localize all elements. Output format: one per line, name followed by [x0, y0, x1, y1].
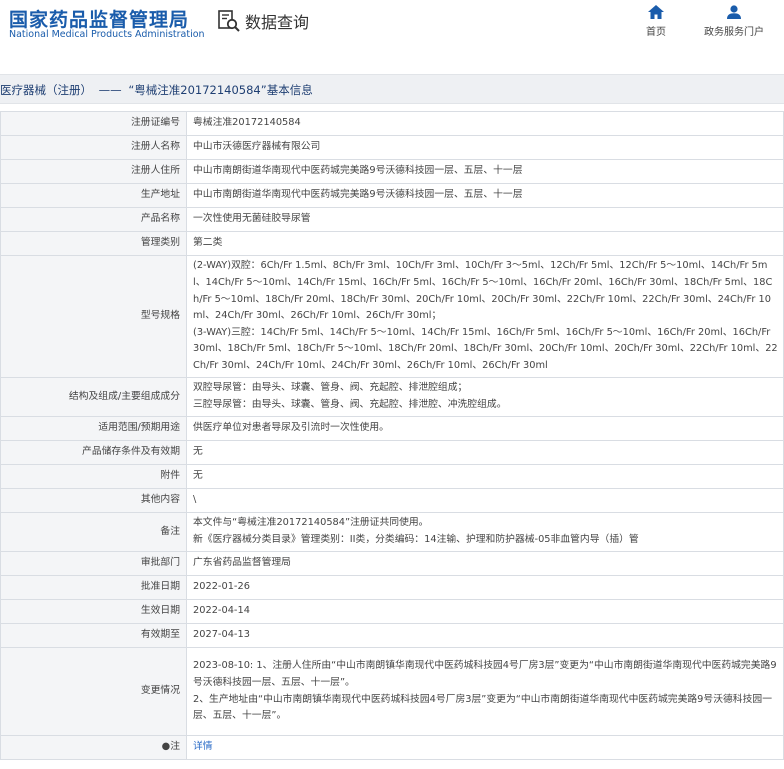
table-row: 有效期至 2027-04-13	[0, 623, 784, 648]
field-value-line: (2-WAY)双腔：6Ch/Fr 1.5ml、8Ch/Fr 3ml、10Ch/F…	[193, 260, 773, 322]
site-header: 国家药品监督管理局 National Medical Products Admi…	[0, 0, 784, 74]
field-label: 产品储存条件及有效期	[0, 440, 187, 465]
nav-home[interactable]: 首页	[646, 5, 666, 38]
table-row: 产品名称 一次性使用无菌硅胶导尿管	[0, 207, 784, 232]
field-value: 广东省药品监督管理局	[186, 551, 784, 576]
home-icon	[648, 5, 664, 19]
field-value: 本文件与“粤械注准20172140584”注册证共同使用。 新《医疗器械分类目录…	[186, 512, 784, 552]
field-value: 详情	[186, 735, 784, 760]
field-value: \	[186, 488, 784, 513]
table-row: 注册人名称 中山市沃德医疗器械有限公司	[0, 135, 784, 160]
table-row: ●注 详情	[0, 735, 784, 760]
field-value-line: 双腔导尿管：由导头、球囊、管身、阀、充起腔、排泄腔组成；	[193, 382, 468, 394]
field-value: 2023-08-10: 1、注册人住所由“中山市南朗镇华南现代中医药城科技园4号…	[186, 647, 784, 736]
breadcrumb: 医疗器械（注册） —— “粤械注准20172140584”基本信息	[0, 82, 313, 98]
field-label: 备注	[0, 512, 187, 552]
table-row: 备注 本文件与“粤械注准20172140584”注册证共同使用。 新《医疗器械分…	[0, 512, 784, 552]
table-row: 批准日期 2022-01-26	[0, 575, 784, 600]
table-row: 注册证编号 粤械注准20172140584	[0, 111, 784, 136]
field-value: 一次性使用无菌硅胶导尿管	[186, 207, 784, 232]
table-row: 变更情况 2023-08-10: 1、注册人住所由“中山市南朗镇华南现代中医药城…	[0, 647, 784, 736]
site-logo-subtitle: National Medical Products Administration	[9, 29, 205, 40]
field-label: 结构及组成/主要组成成分	[0, 377, 187, 417]
data-search-icon	[218, 10, 240, 32]
field-label: 批准日期	[0, 575, 187, 600]
table-row: 型号规格 (2-WAY)双腔：6Ch/Fr 1.5ml、8Ch/Fr 3ml、1…	[0, 255, 784, 378]
field-value: 供医疗单位对患者导尿及引流时一次性使用。	[186, 416, 784, 441]
table-row: 其他内容 \	[0, 488, 784, 513]
field-label: 生产地址	[0, 183, 187, 208]
table-row: 适用范围/预期用途 供医疗单位对患者导尿及引流时一次性使用。	[0, 416, 784, 441]
table-row: 附件无	[0, 464, 784, 489]
field-label: 注册人名称	[0, 135, 187, 160]
field-value: 双腔导尿管：由导头、球囊、管身、阀、充起腔、排泄腔组成； 三腔导尿管：由导头、球…	[186, 377, 784, 417]
breadcrumb-title: “粤械注准20172140584”基本信息	[128, 83, 313, 97]
field-value: 2022-04-14	[186, 599, 784, 624]
field-value: 中山市南朗街道华南现代中医药城完美路9号沃德科技园一层、五层、十一层	[186, 183, 784, 208]
breadcrumb-separator: ——	[98, 83, 122, 97]
data-query-link[interactable]: 数据查询	[217, 9, 309, 33]
field-label: 管理类别	[0, 231, 187, 256]
field-label: 适用范围/预期用途	[0, 416, 187, 441]
field-value: 粤械注准20172140584	[186, 111, 784, 136]
field-label: 注册证编号	[0, 111, 187, 136]
nav-service-portal[interactable]: 政务服务门户	[704, 5, 764, 38]
breadcrumb-section[interactable]: 医疗器械（注册）	[0, 83, 92, 97]
table-row: 生效日期 2022-04-14	[0, 599, 784, 624]
field-label: ●注	[0, 735, 187, 760]
field-label: 附件	[0, 464, 187, 489]
field-value: 无	[186, 440, 784, 465]
detail-link[interactable]: 详情	[193, 741, 213, 752]
table-row: 管理类别 第二类	[0, 231, 784, 256]
field-value: 第二类	[186, 231, 784, 256]
field-label: 注册人住所	[0, 159, 187, 184]
table-row: 结构及组成/主要组成成分 双腔导尿管：由导头、球囊、管身、阀、充起腔、排泄腔组成…	[0, 377, 784, 417]
field-label: 变更情况	[0, 647, 187, 736]
field-value: 2022-01-26	[186, 575, 784, 600]
field-value-line: 2023-08-10: 1、注册人住所由“中山市南朗镇华南现代中医药城科技园4号…	[193, 660, 777, 688]
field-value: 中山市沃德医疗器械有限公司	[186, 135, 784, 160]
user-icon	[727, 5, 741, 19]
field-label: 审批部门	[0, 551, 187, 576]
table-row: 审批部门 广东省药品监督管理局	[0, 551, 784, 576]
field-label: 产品名称	[0, 207, 187, 232]
breadcrumb-bar: 医疗器械（注册） —— “粤械注准20172140584”基本信息	[0, 74, 784, 104]
field-value-line: 本文件与“粤械注准20172140584”注册证共同使用。	[193, 517, 429, 529]
field-label: 型号规格	[0, 255, 187, 378]
detail-table: 注册证编号 粤械注准20172140584 注册人名称 中山市沃德医疗器械有限公司 …	[0, 111, 784, 760]
data-query-label: 数据查询	[245, 13, 310, 32]
field-value-line: 新《医疗器械分类目录》管理类别：II类，分类编码：14注输、护理和防护器械-05…	[193, 534, 639, 545]
field-value: 无	[186, 464, 784, 489]
nav-service-portal-label: 政务服务门户	[704, 27, 764, 38]
field-label: 其他内容	[0, 488, 187, 513]
field-value-line: 三腔导尿管：由导头、球囊、管身、阀、充起腔、排泄腔、冲洗腔组成。	[193, 399, 507, 410]
nav-home-label: 首页	[646, 27, 666, 38]
table-row: 产品储存条件及有效期无	[0, 440, 784, 465]
field-value-line: 2、生产地址由“中山市南朗镇华南现代中医药城科技园4号厂房3层”变更为“中山市南…	[193, 693, 772, 722]
field-label: 生效日期	[0, 599, 187, 624]
field-value: 2027-04-13	[186, 623, 784, 648]
table-row: 注册人住所 中山市南朗街道华南现代中医药城完美路9号沃德科技园一层、五层、十一层	[0, 159, 784, 184]
field-value: 中山市南朗街道华南现代中医药城完美路9号沃德科技园一层、五层、十一层	[186, 159, 784, 184]
field-value: (2-WAY)双腔：6Ch/Fr 1.5ml、8Ch/Fr 3ml、10Ch/F…	[186, 255, 784, 378]
field-value-line: (3-WAY)三腔：14Ch/Fr 5ml、14Ch/Fr 5～10ml、14C…	[193, 326, 778, 371]
site-logo-title[interactable]: 国家药品监督管理局	[9, 5, 189, 32]
table-row: 生产地址 中山市南朗街道华南现代中医药城完美路9号沃德科技园一层、五层、十一层	[0, 183, 784, 208]
field-label: 有效期至	[0, 623, 187, 648]
